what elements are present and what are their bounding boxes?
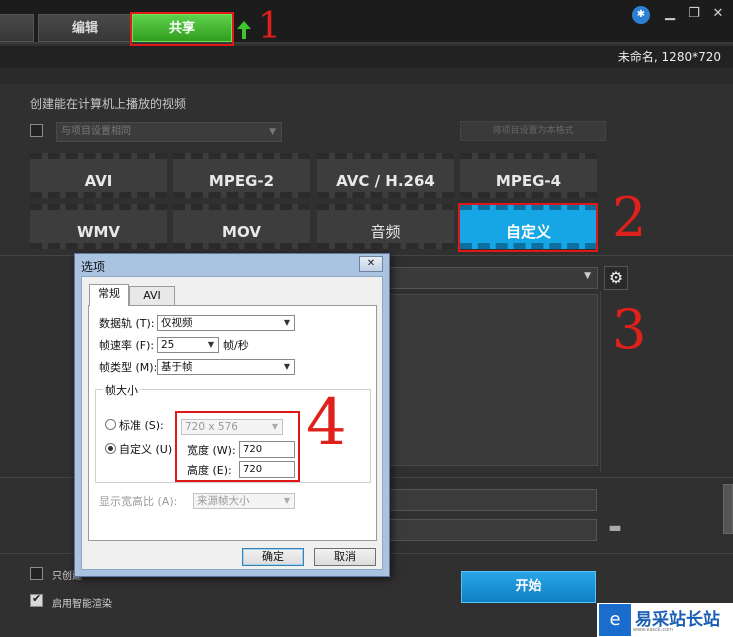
chevron-down-icon: ▼: [283, 496, 290, 505]
chevron-down-icon: ▼: [283, 318, 290, 327]
frame-rate-label: 帧速率 (F):: [99, 339, 155, 352]
toolbar-strip: [0, 68, 733, 84]
tab-edit[interactable]: 编辑: [38, 14, 132, 42]
annotation-number-3: 3: [612, 298, 647, 361]
share-section-title: 创建能在计算机上播放的视频: [30, 97, 187, 111]
tab-general[interactable]: 常规: [89, 284, 129, 306]
frame-type-label: 帧类型 (M):: [99, 361, 158, 374]
format-audio[interactable]: 音频: [317, 204, 454, 249]
aspect-ratio-value: 来源帧大小: [197, 495, 250, 507]
project-name-resolution: 未命名, 1280*720: [617, 50, 721, 64]
dialog-title: 选项: [81, 260, 106, 274]
frame-rate-select[interactable]: 25 ▼: [157, 337, 219, 353]
profile-select[interactable]: ▼: [380, 267, 598, 289]
chevron-down-icon: ▼: [584, 271, 591, 281]
frame-type-value: 基于帧: [161, 361, 193, 373]
site-watermark: e 易采站长站 www.easck.com: [597, 603, 733, 637]
annotation-number-4: 4: [306, 386, 347, 460]
project-info-bar: 未命名, 1280*720: [0, 46, 733, 68]
custom-radio[interactable]: [105, 443, 116, 454]
gear-icon[interactable]: ⚙: [604, 266, 628, 290]
chevron-down-icon: ▼: [269, 127, 276, 137]
minimize-icon[interactable]: ▁: [662, 6, 678, 21]
format-wmv[interactable]: WMV: [30, 204, 167, 249]
annotation-box-custom: [458, 203, 598, 252]
frame-rate-value: 25: [161, 339, 175, 351]
restore-icon[interactable]: ❐: [686, 6, 702, 21]
data-track-select[interactable]: 仅视频 ▼: [157, 315, 295, 331]
format-mpeg2[interactable]: MPEG-2: [173, 153, 310, 198]
annotation-box-share: [130, 12, 234, 46]
format-mov[interactable]: MOV: [173, 204, 310, 249]
tab-capture[interactable]: [0, 14, 34, 42]
folder-icon[interactable]: ▬: [604, 520, 626, 538]
ok-button[interactable]: 确定: [242, 548, 304, 566]
aspect-ratio-label: 显示宽高比 (A):: [99, 495, 178, 508]
output-folder-input[interactable]: [380, 519, 597, 541]
close-icon[interactable]: ✕: [710, 6, 726, 21]
same-as-project-checkbox[interactable]: [30, 124, 43, 137]
smart-render-checkbox[interactable]: [30, 592, 43, 607]
watermark-url: www.easck.com: [633, 627, 674, 633]
custom-label: 自定义 (U): [119, 443, 173, 456]
profile-description-box: [380, 294, 598, 466]
format-mpeg4[interactable]: MPEG-4: [460, 153, 597, 198]
only-render-checkbox[interactable]: [30, 567, 43, 580]
data-track-value: 仅视频: [161, 317, 193, 329]
upload-arrow-icon: [237, 21, 251, 39]
watermark-logo-icon: e: [599, 604, 631, 636]
frame-size-legend: 帧大小: [103, 382, 140, 398]
standard-label: 标准 (S):: [119, 419, 164, 432]
annotation-number-1: 1: [258, 6, 281, 47]
apply-format-button[interactable]: 将项目设置为本格式: [460, 121, 606, 141]
format-avi[interactable]: AVI: [30, 153, 167, 198]
annotation-box-frame-size: [175, 411, 300, 482]
data-track-label: 数据轨 (T):: [99, 317, 155, 330]
scrollbar-handle[interactable]: [723, 484, 733, 534]
help-compass-icon[interactable]: ✱: [632, 6, 650, 24]
divider: [600, 292, 601, 472]
chevron-down-icon: ▼: [207, 340, 214, 349]
project-settings-select[interactable]: 与项目设置相同 ▼: [56, 122, 282, 142]
aspect-ratio-select[interactable]: 来源帧大小 ▼: [193, 493, 295, 509]
tab-avi[interactable]: AVI: [129, 286, 175, 306]
cancel-button[interactable]: 取消: [314, 548, 376, 566]
format-avc-h264[interactable]: AVC / H.264: [317, 153, 454, 198]
chevron-down-icon: ▼: [283, 362, 290, 371]
filename-input[interactable]: [380, 489, 597, 511]
smart-render-label: 启用智能渲染: [52, 599, 112, 610]
project-settings-select-value: 与项目设置相同: [61, 126, 131, 137]
video-editor-window: 编辑 共享 ✱ ▁ ❐ ✕ 1 未命名, 1280*720 创建能在计算机上播放…: [0, 0, 733, 637]
standard-radio[interactable]: [105, 419, 116, 430]
start-button[interactable]: 开始: [461, 571, 596, 603]
top-tab-bar: 编辑 共享 ✱ ▁ ❐ ✕: [0, 0, 733, 44]
frame-rate-unit: 帧/秒: [223, 339, 249, 352]
frame-type-select[interactable]: 基于帧 ▼: [157, 359, 295, 375]
annotation-number-2: 2: [612, 186, 647, 249]
dialog-close-button[interactable]: ✕: [359, 256, 383, 272]
